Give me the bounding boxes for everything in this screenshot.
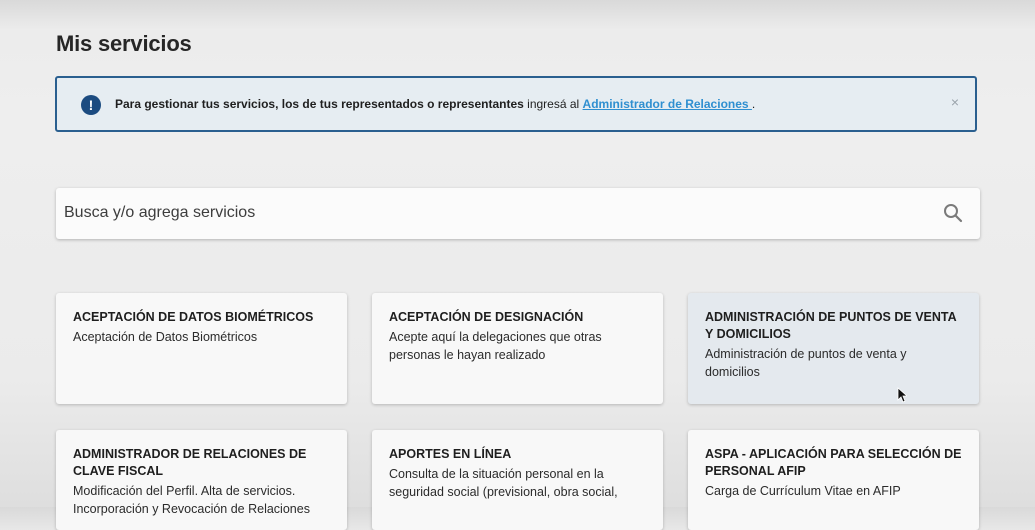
exclamation-circle-icon: ! <box>81 95 101 115</box>
page-title: Mis servicios <box>56 31 192 56</box>
info-alert: ! Para gestionar tus servicios, los de t… <box>55 76 977 132</box>
service-card-title: ACEPTACIÓN DE DATOS BIOMÉTRICOS <box>73 310 314 324</box>
service-card-description: Carga de Currículum Vitae en AFIP <box>705 484 901 498</box>
service-card-description: Aceptación de Datos Biométricos <box>73 330 258 344</box>
alert-message-regular: ingresá al <box>523 97 583 111</box>
administrador-relaciones-link[interactable]: Administrador de Relaciones <box>583 97 752 111</box>
service-card-title: ADMINISTRADOR DE RELACIONES DE CLAVE FIS… <box>73 447 307 478</box>
alert-message: Para gestionar tus servicios, los de tus… <box>115 97 755 111</box>
service-card-title: ADMINISTRACIÓN DE PUNTOS DE VENTA Y DOMI… <box>705 310 957 341</box>
search-box <box>56 188 980 239</box>
service-card-aportes-en-linea[interactable]: APORTES EN LÍNEA Consulta de la situació… <box>372 430 663 530</box>
service-card-title: ASPA - APLICACIÓN PARA SELECCIÓN DE PERS… <box>705 447 962 478</box>
close-icon[interactable]: × <box>951 94 959 110</box>
service-card-title: ACEPTACIÓN DE DESIGNACIÓN <box>389 310 584 324</box>
service-card-aceptacion-designacion[interactable]: ACEPTACIÓN DE DESIGNACIÓN Acepte aquí la… <box>372 293 663 404</box>
service-card-administracion-puntos-venta[interactable]: ADMINISTRACIÓN DE PUNTOS DE VENTA Y DOMI… <box>688 293 979 404</box>
service-card-description: Consulta de la situación personal en la … <box>389 467 618 499</box>
service-card-description: Acepte aquí la delegaciones que otras pe… <box>389 330 602 362</box>
search-icon[interactable] <box>943 203 963 223</box>
service-card-title: APORTES EN LÍNEA <box>389 447 512 461</box>
service-card-aspa[interactable]: ASPA - APLICACIÓN PARA SELECCIÓN DE PERS… <box>688 430 979 530</box>
mouse-cursor-icon <box>897 387 907 403</box>
search-input[interactable] <box>64 202 924 224</box>
alert-message-bold: Para gestionar tus servicios, los de tus… <box>115 97 524 111</box>
service-card-aceptacion-datos-biometricos[interactable]: ACEPTACIÓN DE DATOS BIOMÉTRICOS Aceptaci… <box>56 293 347 404</box>
service-card-description: Modificación del Perfil. Alta de servici… <box>73 484 310 516</box>
service-card-description: Administración de puntos de venta y domi… <box>705 347 907 379</box>
service-card-administrador-relaciones[interactable]: ADMINISTRADOR DE RELACIONES DE CLAVE FIS… <box>56 430 347 530</box>
alert-message-end: . <box>751 97 756 111</box>
